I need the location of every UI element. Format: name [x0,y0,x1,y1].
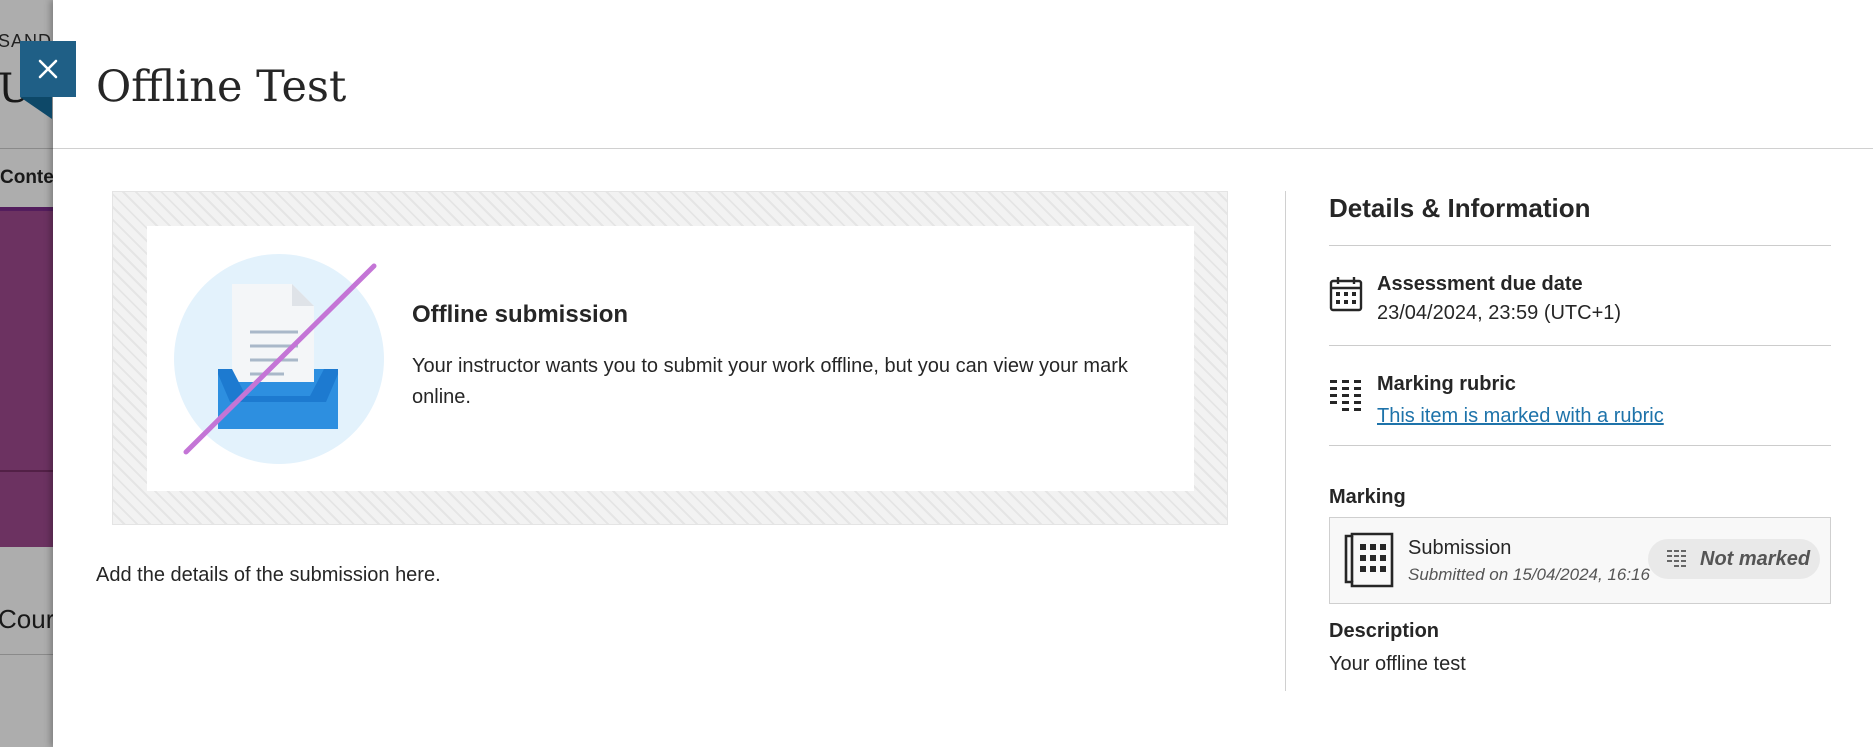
document-grid-icon [1344,532,1394,588]
due-date-label: Assessment due date [1377,273,1583,295]
submission-meta: Submitted on 15/04/2024, 16:16 [1408,565,1650,584]
details-panel: Offline Test Offline submission Your ins… [53,0,1873,747]
status-text: Not marked [1700,547,1811,570]
submission-title: Submission [1408,537,1512,559]
rubric-label: Marking rubric [1377,373,1516,395]
rubric-icon [1330,380,1361,411]
description-label: Description [1329,620,1440,642]
offline-submission-text: Offline submission Your instructor wants… [412,301,1172,413]
sidebar-divider [1285,191,1286,691]
submission-card[interactable]: Submission Submitted on 15/04/2024, 16:1… [1329,517,1831,604]
description-value: Your offline test [1329,653,1466,675]
rubric-row: Marking rubric This item is marked with … [1329,346,1831,446]
offline-submission-body: Your instructor wants you to submit your… [412,355,1128,408]
due-date-value: 23/04/2024, 23:59 (UTC+1) [1377,302,1622,324]
offline-submission-card: Offline submission Your instructor wants… [112,191,1228,525]
rubric-link[interactable]: This item is marked with a rubric [1377,405,1664,428]
marking-label: Marking [1329,486,1406,508]
offline-submission-inner: Offline submission Your instructor wants… [147,226,1194,491]
sidebar-heading: Details & Information [1329,191,1831,246]
close-button[interactable] [20,41,76,97]
due-date-row: Assessment due date 23/04/2024, 23:59 (U… [1329,246,1831,346]
page-title: Offline Test [96,62,347,112]
close-button-tail [20,97,52,119]
offline-submission-illustration [174,254,384,464]
status-badge: Not marked [1648,539,1820,579]
panel-header: Offline Test [53,0,1873,149]
calendar-icon [1329,277,1363,312]
submission-details-note: Add the details of the submission here. [96,564,441,586]
close-icon [38,59,58,79]
offline-submission-heading: Offline submission [412,301,629,328]
rubric-status-icon [1667,550,1686,567]
details-sidebar: Details & Information Assessment due dat… [1329,191,1831,676]
